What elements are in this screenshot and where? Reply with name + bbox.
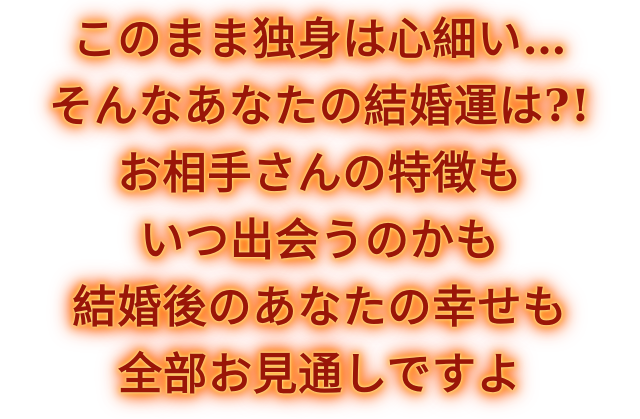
headline-line-6: 全部お見通しですよ [118, 349, 522, 400]
headline-line-5: 結婚後のあなたの幸せも [72, 282, 568, 333]
headline-line-3: お相手さんの特徴も [117, 148, 523, 199]
promo-headline: このまま独身は心細い… そんなあなたの結婚運は?! お相手さんの特徴も いつ出会… [0, 0, 640, 419]
headline-line-1: このまま独身は心細い… [72, 14, 568, 65]
headline-line-2: そんなあなたの結婚運は?! [48, 81, 592, 132]
headline-line-4: いつ出会うのかも [140, 215, 500, 266]
